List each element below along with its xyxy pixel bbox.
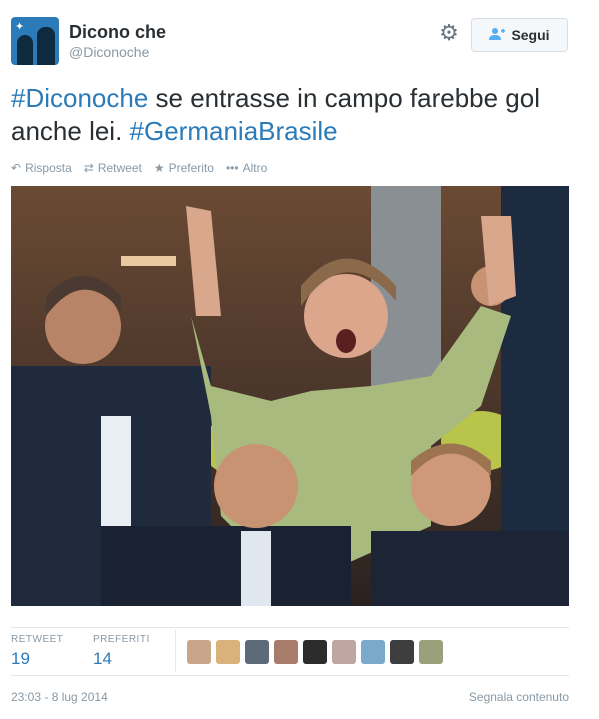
favorite-stat[interactable]: PREFERITI 14 xyxy=(93,634,150,669)
avatar[interactable] xyxy=(303,640,327,664)
tweet-actions: ↶ Risposta ⇄ Retweet ★ Preferito ••• Alt… xyxy=(11,161,267,175)
photo-illustration xyxy=(11,186,569,606)
favorite-stat-label: PREFERITI xyxy=(93,634,150,645)
favorite-count: 14 xyxy=(93,649,112,668)
avatar[interactable]: ✦ xyxy=(11,17,59,65)
retweet-stat[interactable]: RETWEET 19 xyxy=(11,634,63,669)
user-name[interactable]: Dicono che xyxy=(69,22,166,43)
more-button[interactable]: ••• Altro xyxy=(226,161,267,175)
more-label: Altro xyxy=(242,161,268,175)
tweet-timestamp: 23:03 - 8 lug 2014 xyxy=(11,690,108,704)
avatar[interactable] xyxy=(390,640,414,664)
reply-icon: ↶ xyxy=(11,161,22,175)
tweet-photo[interactable] xyxy=(11,186,569,606)
avatar[interactable] xyxy=(361,640,385,664)
twitter-bird-icon: ✦ xyxy=(15,21,25,33)
add-user-icon xyxy=(489,27,506,44)
avatar[interactable] xyxy=(216,640,240,664)
avatar[interactable] xyxy=(245,640,269,664)
gear-icon[interactable]: ⚙ xyxy=(438,22,460,44)
star-icon: ★ xyxy=(153,161,165,175)
avatar[interactable] xyxy=(419,640,443,664)
retweet-label: Retweet xyxy=(97,161,142,175)
favorite-label: Preferito xyxy=(168,161,214,175)
favorite-button[interactable]: ★ Preferito xyxy=(154,161,214,175)
follow-button[interactable]: Segui xyxy=(471,18,568,52)
hashtag-link[interactable]: #GermaniaBrasile xyxy=(130,116,338,146)
user-handle[interactable]: @Diconoche xyxy=(69,44,149,60)
report-link[interactable]: Segnala contenuto xyxy=(469,690,569,704)
hashtag-link[interactable]: #Diconoche xyxy=(11,83,148,113)
favoriter-avatars xyxy=(187,640,443,664)
avatar[interactable] xyxy=(274,640,298,664)
retweet-stat-label: RETWEET xyxy=(11,634,64,645)
retweet-icon: ⇄ xyxy=(83,161,94,175)
more-icon: ••• xyxy=(225,161,239,175)
avatar[interactable] xyxy=(187,640,211,664)
retweet-count: 19 xyxy=(11,649,30,668)
reply-label: Risposta xyxy=(25,161,72,175)
avatar[interactable] xyxy=(332,640,356,664)
follow-label: Segui xyxy=(511,27,550,43)
retweet-button[interactable]: ⇄ Retweet xyxy=(84,161,142,175)
tweet-text: #Diconoche se entrasse in campo farebbe … xyxy=(11,82,581,148)
reply-button[interactable]: ↶ Risposta xyxy=(11,161,72,175)
